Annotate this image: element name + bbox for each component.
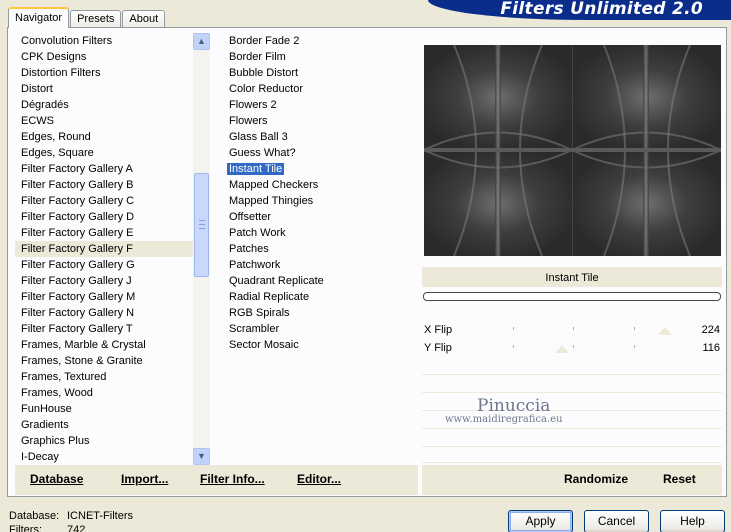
param-y-flip[interactable]: Y Flip 116 xyxy=(422,340,722,358)
category-item[interactable]: Dégradés xyxy=(15,97,193,113)
category-item[interactable]: Frames, Marble & Crystal xyxy=(15,337,193,353)
tab-navigator[interactable]: Navigator xyxy=(8,7,70,28)
filter-item[interactable]: Border Film xyxy=(223,49,413,65)
help-button[interactable]: Help xyxy=(660,510,725,532)
grip-icon xyxy=(199,220,205,229)
param-value: 224 xyxy=(701,324,720,336)
filter-item[interactable]: Quadrant Replicate xyxy=(223,273,413,289)
param-slider[interactable] xyxy=(452,327,694,337)
param-label: X Flip xyxy=(424,324,453,336)
preview-image xyxy=(424,45,721,256)
filter-item[interactable]: Sector Mosaic xyxy=(223,337,413,353)
param-empty-row xyxy=(422,447,722,463)
category-item[interactable]: I-Decay xyxy=(15,449,193,465)
filter-item[interactable]: Color Reductor xyxy=(223,81,413,97)
apply-button[interactable]: Apply xyxy=(508,510,573,532)
filter-item[interactable]: Instant Tile xyxy=(223,161,413,177)
param-slider[interactable] xyxy=(452,345,694,355)
filter-item[interactable]: Patchwork xyxy=(223,257,413,273)
category-item[interactable]: Filter Factory Gallery C xyxy=(15,193,193,209)
category-scrollbar[interactable]: ▲ ▼ xyxy=(193,33,210,465)
progress-bar xyxy=(423,292,721,301)
database-button[interactable]: Database xyxy=(30,472,83,486)
status-filters-label: Filters: xyxy=(9,524,42,532)
category-item[interactable]: Frames, Textured xyxy=(15,369,193,385)
filter-item[interactable]: Scrambler xyxy=(223,321,413,337)
category-item[interactable]: FunHouse xyxy=(15,401,193,417)
category-item[interactable]: Filter Factory Gallery F xyxy=(15,241,193,257)
status-filters-value: 742 xyxy=(67,524,86,532)
status-area: Database: ICNET-Filters Filters: 742 xyxy=(9,509,133,532)
param-empty-row xyxy=(422,431,722,447)
tab-strip: Navigator Presets About xyxy=(8,7,166,28)
cancel-button[interactable]: Cancel xyxy=(584,510,649,532)
filter-item[interactable]: Radial Replicate xyxy=(223,289,413,305)
filter-item[interactable]: Glass Ball 3 xyxy=(223,129,413,145)
editor-button[interactable]: Editor... xyxy=(297,472,341,486)
filter-preview xyxy=(424,45,721,256)
param-value: 116 xyxy=(702,342,720,354)
category-item[interactable]: Edges, Round xyxy=(15,129,193,145)
category-item[interactable]: Filter Factory Gallery T xyxy=(15,321,193,337)
randomize-button[interactable]: Randomize xyxy=(564,472,628,486)
category-item[interactable]: ECWS xyxy=(15,113,193,129)
filter-item[interactable]: Mapped Thingies xyxy=(223,193,413,209)
category-item[interactable]: Graphics Plus xyxy=(15,433,193,449)
slider-marker[interactable] xyxy=(657,327,672,335)
navigator-button-bar: Database Import... Filter Info... Editor… xyxy=(15,465,418,495)
scroll-down-button[interactable]: ▼ xyxy=(193,448,210,465)
filter-item[interactable]: Flowers 2 xyxy=(223,97,413,113)
filter-item[interactable]: Border Fade 2 xyxy=(223,33,413,49)
category-item[interactable]: Edges, Square xyxy=(15,145,193,161)
category-item[interactable]: Frames, Wood xyxy=(15,385,193,401)
category-item[interactable]: Filter Factory Gallery N xyxy=(15,305,193,321)
filter-item[interactable]: Bubble Distort xyxy=(223,65,413,81)
parameter-panel: Instant Tile X Flip 224 Y Flip 116 xyxy=(422,267,722,465)
category-item[interactable]: Filter Factory Gallery D xyxy=(15,209,193,225)
filter-item[interactable]: Flowers xyxy=(223,113,413,129)
filter-item[interactable]: Offsetter xyxy=(223,209,413,225)
category-item[interactable]: Convolution Filters xyxy=(15,33,193,49)
category-item[interactable]: Filter Factory Gallery G xyxy=(15,257,193,273)
category-list[interactable]: Convolution Filters CPK Designs Distortion… xyxy=(15,33,193,465)
tab-presets[interactable]: Presets xyxy=(70,10,122,28)
param-empty-row xyxy=(422,359,722,375)
filter-item[interactable]: Patch Work xyxy=(223,225,413,241)
filter-item[interactable]: Mapped Checkers xyxy=(223,177,413,193)
filter-info-button[interactable]: Filter Info... xyxy=(200,472,265,486)
param-empty-row xyxy=(422,413,722,429)
scroll-up-button[interactable]: ▲ xyxy=(193,33,210,50)
category-item[interactable]: Filter Factory Gallery A xyxy=(15,161,193,177)
category-item[interactable]: Frames, Stone & Granite xyxy=(15,353,193,369)
category-item[interactable]: Filter Factory Gallery B xyxy=(15,177,193,193)
param-empty-row xyxy=(422,377,722,393)
filter-list[interactable]: Border Fade 2 Border Film Bubble Distort Co… xyxy=(223,33,413,465)
param-empty-row xyxy=(422,395,722,411)
import-button[interactable]: Import... xyxy=(121,472,168,486)
current-filter-name: Instant Tile xyxy=(422,267,722,287)
status-database-label: Database: xyxy=(9,510,60,522)
tab-about[interactable]: About xyxy=(122,10,166,28)
category-item[interactable]: Distort xyxy=(15,81,193,97)
category-item[interactable]: Filter Factory Gallery J xyxy=(15,273,193,289)
param-x-flip[interactable]: X Flip 224 xyxy=(422,322,722,340)
scroll-thumb[interactable] xyxy=(194,173,209,277)
category-item[interactable]: Distortion Filters xyxy=(15,65,193,81)
param-label: Y Flip xyxy=(424,342,452,354)
filter-item[interactable]: RGB Spirals xyxy=(223,305,413,321)
reset-button[interactable]: Reset xyxy=(663,472,696,486)
filter-item[interactable]: Guess What? xyxy=(223,145,413,161)
category-item[interactable]: Filter Factory Gallery M xyxy=(15,289,193,305)
category-item[interactable]: Gradients xyxy=(15,417,193,433)
status-database-value: ICNET-Filters xyxy=(67,510,133,522)
parameter-button-bar: Randomize Reset xyxy=(422,465,722,495)
slider-marker[interactable] xyxy=(555,345,570,353)
filter-item[interactable]: Patches xyxy=(223,241,413,257)
category-item[interactable]: CPK Designs xyxy=(15,49,193,65)
app-banner: Filters Unlimited 2.0 xyxy=(428,0,731,20)
category-item[interactable]: Filter Factory Gallery E xyxy=(15,225,193,241)
